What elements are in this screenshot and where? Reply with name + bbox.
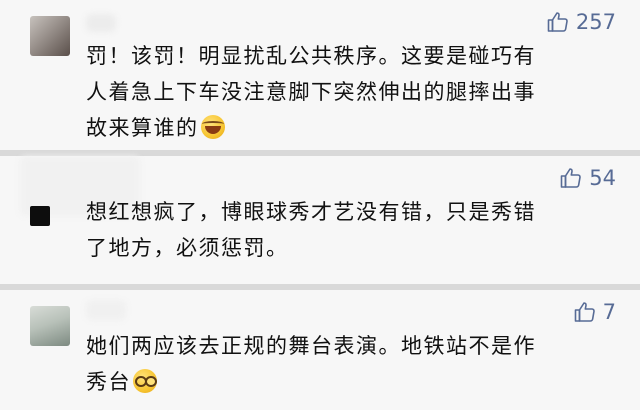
comment-line: 人着急上下车没注意脚下突然伸出的腿摔出事 — [86, 80, 536, 104]
avatar[interactable] — [30, 16, 70, 56]
avatar[interactable] — [30, 306, 70, 346]
thumbs-up-icon — [547, 12, 568, 32]
like-count: 257 — [575, 10, 616, 34]
thumbs-up-icon — [560, 168, 582, 188]
like-count: 54 — [589, 166, 616, 190]
comment-text: 罚！该罚！明显扰乱公共秩序。这要是碰巧有 人着急上下车没注意脚下突然伸出的腿摔出… — [86, 38, 618, 146]
comment-line: 她们两应该去正规的舞台表演。地铁站不是作 — [86, 334, 536, 358]
like-count: 7 — [602, 300, 616, 324]
like-button[interactable]: 54 — [559, 166, 616, 190]
nerd-face-emoji-icon — [133, 369, 157, 393]
comment-line: 罚！该罚！明显扰乱公共秩序。这要是碰巧有 — [86, 44, 536, 68]
like-button[interactable]: 7 — [573, 300, 616, 324]
comment-line: 了地方，必须惩罚。 — [86, 236, 289, 260]
comment-line: 故来算谁的 — [86, 110, 618, 146]
comment-line-text: 秀台 — [86, 370, 131, 394]
username-redacted — [86, 300, 126, 320]
comment-text: 她们两应该去正规的舞台表演。地铁站不是作 秀台 — [86, 328, 618, 400]
avatar[interactable] — [30, 206, 50, 226]
comment-line: 秀台 — [86, 364, 618, 400]
laughing-crying-emoji-icon — [200, 115, 225, 139]
comment-line-text: 故来算谁的 — [86, 116, 199, 140]
comment-text: 想红想疯了，博眼球秀才艺没有错，只是秀错 了地方，必须惩罚。 — [86, 194, 618, 266]
comment-line: 想红想疯了，博眼球秀才艺没有错，只是秀错 — [86, 200, 536, 224]
like-button[interactable]: 257 — [546, 10, 616, 34]
thumbs-up-icon — [574, 302, 595, 322]
comment-card: 54 想红想疯了，博眼球秀才艺没有错，只是秀错 了地方，必须惩罚。 — [0, 156, 640, 284]
comment-card: 257 罚！该罚！明显扰乱公共秩序。这要是碰巧有 人着急上下车没注意脚下突然伸出… — [0, 0, 640, 150]
comment-card: 7 她们两应该去正规的舞台表演。地铁站不是作 秀台 — [0, 290, 640, 410]
username-redacted — [86, 14, 116, 32]
